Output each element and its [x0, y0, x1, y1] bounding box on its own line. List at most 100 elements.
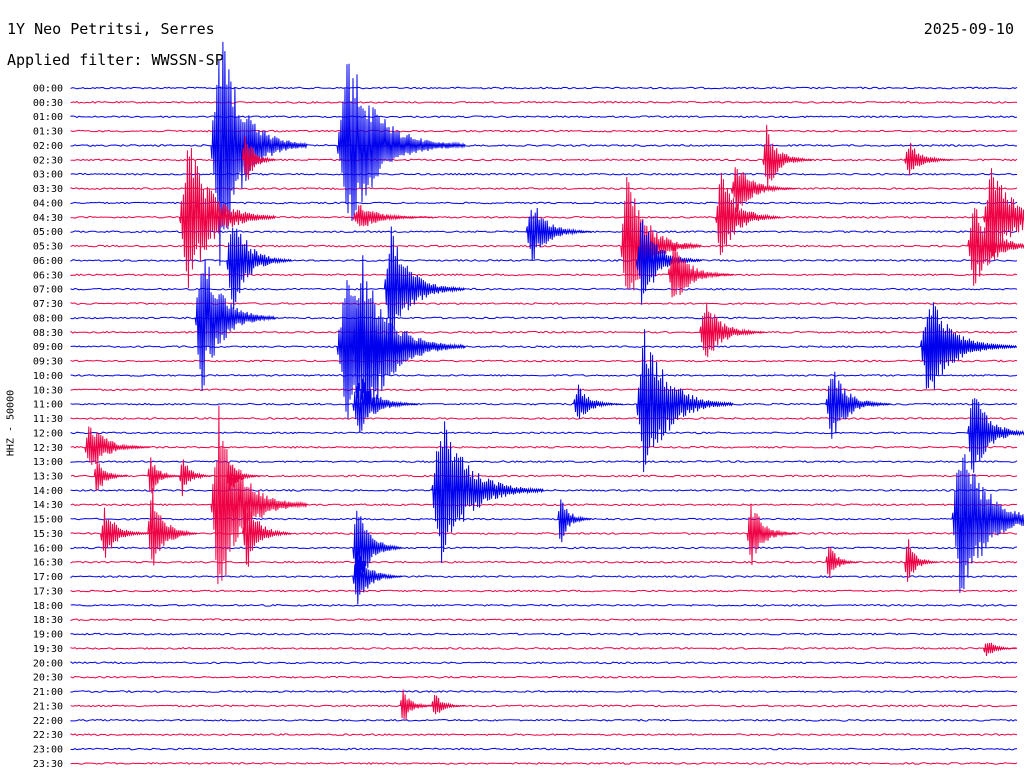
seismic-event	[100, 507, 150, 558]
seismic-event	[746, 504, 797, 566]
seismic-event	[525, 207, 592, 261]
time-label: 08:30	[33, 328, 63, 339]
time-label: 12:00	[33, 428, 63, 439]
seismic-event	[983, 642, 1017, 656]
time-label: 15:30	[33, 529, 63, 540]
trace-line	[70, 661, 1018, 665]
time-label: 05:00	[33, 227, 63, 238]
trace-line	[70, 374, 1018, 377]
seismic-event	[93, 461, 128, 491]
trace-line	[70, 690, 1018, 693]
trace-line	[70, 417, 1018, 420]
trace-line	[70, 359, 1018, 363]
trace-line	[70, 704, 1018, 708]
time-label: 03:00	[33, 170, 63, 181]
trace-line	[70, 388, 1018, 392]
trace-line	[70, 431, 1018, 435]
trace-line	[70, 460, 1018, 464]
time-label: 06:00	[33, 256, 63, 267]
time-label: 10:00	[33, 371, 63, 382]
time-label: 05:30	[33, 242, 63, 253]
seismic-event	[825, 546, 860, 578]
trace-line	[70, 244, 1018, 248]
trace-line	[70, 560, 1018, 564]
trace-line	[70, 86, 1018, 90]
time-label: 04:00	[33, 198, 63, 209]
seismic-event	[210, 41, 308, 266]
time-label: 22:00	[33, 716, 63, 727]
time-label: 16:30	[33, 558, 63, 569]
time-label: 23:30	[33, 759, 63, 770]
time-label: 09:00	[33, 342, 63, 353]
trace-line	[70, 603, 1018, 607]
time-label: 21:00	[33, 687, 63, 698]
seismic-event	[399, 689, 434, 720]
trace-line	[70, 187, 1018, 190]
time-label: 08:00	[33, 313, 63, 324]
seismic-events	[84, 41, 1024, 720]
time-label: 13:00	[33, 457, 63, 468]
trace-line	[70, 345, 1018, 349]
trace-line	[70, 761, 1018, 765]
trace-line	[70, 474, 1018, 478]
trace-line	[70, 589, 1018, 593]
time-label: 10:30	[33, 385, 63, 396]
trace-line	[70, 172, 1018, 176]
trace-line	[70, 259, 1018, 262]
seismic-event	[904, 539, 938, 582]
time-label: 17:00	[33, 572, 63, 583]
time-label: 00:30	[33, 98, 63, 109]
time-label: 02:00	[33, 141, 63, 152]
trace-line	[70, 747, 1018, 751]
trace-line	[70, 618, 1018, 622]
time-label: 18:00	[33, 601, 63, 612]
time-label: 20:00	[33, 658, 63, 669]
time-label: 23:00	[33, 745, 63, 756]
time-label: 15:00	[33, 515, 63, 526]
time-label: 13:30	[33, 471, 63, 482]
seismic-event	[951, 454, 1024, 593]
seismic-event	[383, 226, 465, 347]
time-label: 21:30	[33, 701, 63, 712]
time-label: 03:30	[33, 184, 63, 195]
seismic-event	[431, 421, 545, 563]
trace-line	[70, 273, 1018, 277]
seismic-event	[431, 694, 465, 715]
time-label: 07:30	[33, 299, 63, 310]
seismic-event	[226, 227, 293, 310]
time-label: 16:00	[33, 543, 63, 554]
time-labels: 00:00 00:30 01:00 01:30 02:00 02:30 03:00 03:30…	[33, 84, 63, 770]
time-label: 14:00	[33, 486, 63, 497]
trace-line	[70, 115, 1018, 119]
time-label: 01:00	[33, 112, 63, 123]
seismic-event	[557, 499, 592, 543]
time-label: 22:30	[33, 730, 63, 741]
seismic-event	[147, 457, 182, 494]
seismogram-plot: 00:00 00:30 01:00 01:30 02:00 02:30 03:00 03:30…	[33, 41, 1024, 770]
trace-line	[70, 287, 1018, 291]
trace-line	[70, 532, 1018, 535]
seismic-event	[636, 329, 734, 473]
time-label: 18:30	[33, 615, 63, 626]
time-label: 01:30	[33, 127, 63, 138]
time-label: 12:30	[33, 443, 63, 454]
time-label: 11:00	[33, 400, 63, 411]
time-label: 06:30	[33, 270, 63, 281]
seismic-event	[699, 303, 766, 358]
seismic-event	[825, 371, 892, 439]
trace-line	[70, 158, 1018, 162]
seismic-event	[352, 378, 419, 433]
time-label: 17:30	[33, 586, 63, 597]
trace-line	[70, 632, 1018, 636]
trace-line	[70, 647, 1018, 650]
seismic-event	[352, 204, 434, 227]
time-label: 19:00	[33, 630, 63, 641]
trace-lines	[70, 86, 1018, 765]
time-label: 04:30	[33, 213, 63, 224]
time-label: 00:00	[33, 84, 63, 95]
time-label: 11:30	[33, 414, 63, 425]
trace-line	[70, 733, 1018, 736]
time-label: 20:30	[33, 673, 63, 684]
trace-line	[70, 100, 1018, 104]
time-label: 14:30	[33, 500, 63, 511]
